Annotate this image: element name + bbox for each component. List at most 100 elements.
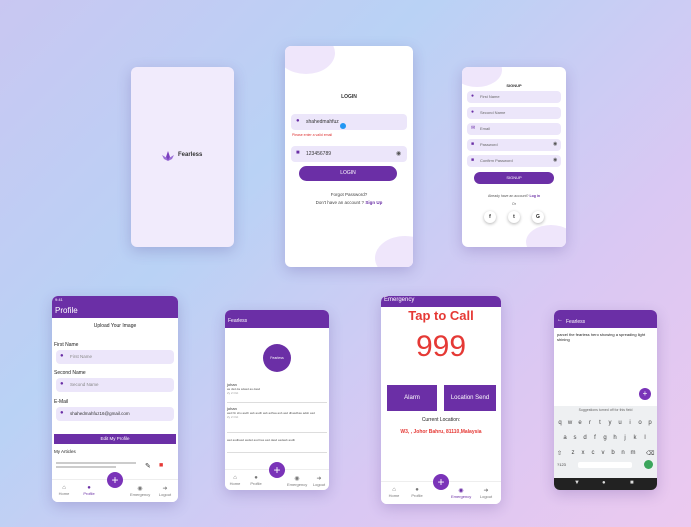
app-logo: Fearless xyxy=(161,149,211,163)
avatar[interactable]: Fearless xyxy=(263,344,291,372)
home-nav-icon[interactable]: ● xyxy=(602,480,606,486)
article-item[interactable] xyxy=(56,460,136,472)
google-button[interactable]: G xyxy=(532,211,544,223)
symbols-key[interactable]: ?123 xyxy=(557,462,566,467)
current-location-value: W3, , Johor Bahru, 81110,Malaysia xyxy=(400,429,482,435)
keyboard: Suggestions turned off for this field qw… xyxy=(554,406,657,478)
key-f[interactable]: f xyxy=(590,435,600,441)
space-bar[interactable] xyxy=(578,462,632,468)
confirm-password-field[interactable]: ■ Confirm Password ◉ xyxy=(467,155,561,167)
add-fab[interactable]: + xyxy=(107,472,123,488)
nav-profile[interactable]: ● Profile xyxy=(79,485,99,496)
post-item[interactable]: johan as dsd da sdasd as dasd 2y 2 Oct xyxy=(227,382,327,403)
page-title: Profile xyxy=(55,306,78,315)
key-d[interactable]: d xyxy=(580,435,590,441)
edit-profile-button[interactable]: Edit My Profile xyxy=(54,434,176,444)
key-q[interactable]: q xyxy=(555,420,565,426)
nav-emergency[interactable]: ◉ Emergency xyxy=(451,487,471,499)
post-text: asd asdbasd asdsd asd bas asd dasd asdas… xyxy=(227,438,296,442)
key-a[interactable]: a xyxy=(560,435,570,441)
key-p[interactable]: p xyxy=(645,420,655,426)
delete-icon[interactable]: ■ xyxy=(159,462,163,469)
article-text-area[interactable]: parcel the fearless hero showing a sprea… xyxy=(557,332,653,342)
key-w[interactable]: w xyxy=(565,420,575,426)
first-name-field[interactable]: ● First Name xyxy=(467,91,561,103)
nav-emergency[interactable]: ◉ Emergency xyxy=(287,475,307,487)
edit-icon[interactable]: ✎ xyxy=(145,462,151,470)
nav-logout[interactable]: ➜ Logout xyxy=(309,475,329,487)
key-h[interactable]: h xyxy=(610,435,620,441)
add-fab[interactable]: + xyxy=(269,462,285,478)
key-j[interactable]: j xyxy=(620,435,630,441)
post-item[interactable]: johan asd hb shu asdh asb asdh asb adhsa… xyxy=(227,406,327,433)
alarm-button[interactable]: Alarm xyxy=(387,385,437,411)
key-z[interactable]: z xyxy=(568,450,578,456)
back-nav-icon[interactable]: ▼ xyxy=(574,480,580,486)
visibility-icon[interactable]: ◉ xyxy=(553,141,557,147)
email-field[interactable]: ● shahedmahfuz16@gmail.com xyxy=(56,407,174,421)
corner-blob-bottom xyxy=(526,225,566,247)
tap-to-call-label[interactable]: Tap to Call xyxy=(381,308,501,323)
nav-profile[interactable]: ● Profile xyxy=(246,475,266,486)
facebook-icon: f xyxy=(489,214,491,220)
key-u[interactable]: u xyxy=(615,420,625,426)
password-field[interactable]: ■ Password ◉ xyxy=(467,139,561,151)
forgot-password-link[interactable]: Forgot Password? xyxy=(285,192,413,197)
second-name-field[interactable]: ● Second Name xyxy=(56,378,174,392)
first-name-field[interactable]: ● First Name xyxy=(56,350,174,364)
nav-home[interactable]: ⌂ Home xyxy=(225,475,245,486)
key-b[interactable]: b xyxy=(608,450,618,456)
nav-logout[interactable]: ➜ Logout xyxy=(155,485,175,497)
person-icon: ● xyxy=(60,410,64,416)
app-bar: Profile xyxy=(52,304,178,318)
email-field[interactable]: ● shahedmahfuz xyxy=(291,114,407,130)
twitter-button[interactable]: t xyxy=(508,211,520,223)
key-l[interactable]: l xyxy=(640,435,650,441)
key-x[interactable]: x xyxy=(578,450,588,456)
facebook-button[interactable]: f xyxy=(484,211,496,223)
key-r[interactable]: r xyxy=(585,420,595,426)
send-fab[interactable]: + xyxy=(639,388,651,400)
password-field[interactable]: ■ 123456789 ◉ xyxy=(291,146,407,162)
post-item[interactable]: asd asdbasd asdsd asd bas asd dasd asdas… xyxy=(227,438,327,453)
or-divider: Or xyxy=(512,202,516,206)
key-y[interactable]: y xyxy=(605,420,615,426)
enter-key[interactable] xyxy=(644,460,653,469)
key-e[interactable]: e xyxy=(575,420,585,426)
person-icon: ● xyxy=(60,381,64,387)
visibility-icon[interactable]: ◉ xyxy=(396,150,401,157)
logout-icon: ➜ xyxy=(162,486,168,492)
key-o[interactable]: o xyxy=(635,420,645,426)
visibility-icon[interactable]: ◉ xyxy=(553,157,557,163)
backspace-key-icon[interactable]: ⌫ xyxy=(646,450,654,457)
key-n[interactable]: n xyxy=(618,450,628,456)
back-arrow-icon[interactable]: ← xyxy=(557,317,563,323)
nav-logout[interactable]: ➜ Logout xyxy=(476,487,496,499)
nav-profile[interactable]: ● Profile xyxy=(407,487,427,498)
location-send-button[interactable]: Location Send xyxy=(444,385,496,411)
signup-link[interactable]: Sign Up xyxy=(365,200,382,205)
emergency-number[interactable]: 999 xyxy=(381,330,501,364)
signup-button[interactable]: SIGNUP xyxy=(474,172,554,184)
key-m[interactable]: m xyxy=(628,450,638,456)
app-bar: Fearless xyxy=(225,316,329,328)
upload-image-label[interactable]: Upload Your Image xyxy=(52,323,178,329)
email-field[interactable]: ✉ Email xyxy=(467,123,561,135)
key-s[interactable]: s xyxy=(570,435,580,441)
key-i[interactable]: i xyxy=(625,420,635,426)
add-fab[interactable]: + xyxy=(433,474,449,490)
key-t[interactable]: t xyxy=(595,420,605,426)
nav-home[interactable]: ⌂ Home xyxy=(384,487,404,498)
email-hint: Please enter a valid email xyxy=(292,133,333,137)
shift-key-icon[interactable]: ⇧ xyxy=(557,450,562,457)
key-c[interactable]: c xyxy=(588,450,598,456)
login-link[interactable]: Log in xyxy=(529,194,540,198)
key-g[interactable]: g xyxy=(600,435,610,441)
nav-home[interactable]: ⌂ Home xyxy=(54,485,74,496)
login-button[interactable]: LOGIN xyxy=(299,166,397,181)
key-k[interactable]: k xyxy=(630,435,640,441)
second-name-field[interactable]: ● Second Name xyxy=(467,107,561,119)
key-v[interactable]: v xyxy=(598,450,608,456)
recents-nav-icon[interactable]: ■ xyxy=(630,480,634,486)
nav-emergency[interactable]: ◉ Emergency xyxy=(130,485,150,497)
